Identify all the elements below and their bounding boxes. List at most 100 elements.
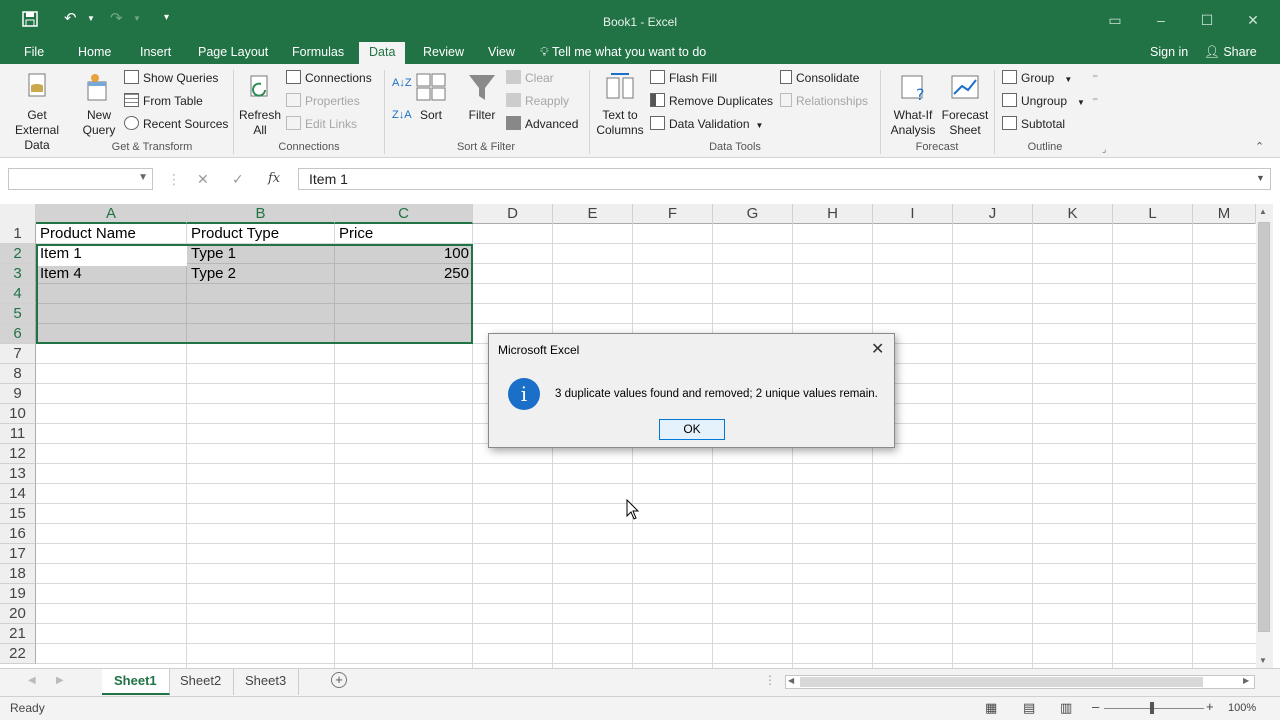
sheet-tab-sheet3[interactable]: Sheet3	[233, 669, 300, 695]
row-header[interactable]: 1	[0, 224, 36, 244]
column-header[interactable]: C	[335, 204, 473, 224]
text-to-columns-button[interactable]: Text to Columns	[594, 72, 646, 138]
column-header[interactable]: M	[1193, 204, 1256, 224]
share-button[interactable]: 👤︎ Share	[1204, 42, 1257, 62]
vertical-scrollbar[interactable]: ▲ ▼	[1256, 204, 1273, 668]
tell-me-box[interactable]: 💡︎ Tell me what you want to do	[540, 42, 706, 64]
show-queries-button[interactable]: Show Queries	[124, 69, 218, 87]
ungroup-button[interactable]: Ungroup ▼	[1002, 92, 1085, 110]
zoom-level[interactable]: 100%	[1228, 702, 1256, 714]
data-validation-button[interactable]: Data Validation ▼	[650, 115, 763, 133]
row-header[interactable]: 8	[0, 364, 36, 384]
formula-input[interactable]: Item 1	[298, 168, 1271, 190]
tab-split-icon[interactable]: ⋮	[764, 673, 776, 687]
subtotal-button[interactable]: Subtotal	[1002, 115, 1065, 133]
page-layout-view-icon[interactable]: ▤	[1023, 700, 1035, 716]
page-break-view-icon[interactable]: ▥	[1060, 700, 1072, 716]
row-header[interactable]: 3	[0, 264, 36, 284]
tab-formulas[interactable]: Formulas	[282, 42, 354, 64]
close-icon[interactable]: ✕	[1238, 8, 1268, 32]
scroll-left-icon[interactable]: ◀	[788, 676, 794, 685]
column-header[interactable]: L	[1113, 204, 1193, 224]
chevron-down-icon[interactable]: ▼	[138, 172, 148, 183]
flash-fill-button[interactable]: Flash Fill	[650, 69, 717, 87]
scroll-right-icon[interactable]: ▶	[1243, 676, 1249, 685]
row-header[interactable]: 19	[0, 584, 36, 604]
vertical-scroll-thumb[interactable]	[1258, 222, 1270, 632]
zoom-in-icon[interactable]: +	[1206, 699, 1214, 714]
row-header[interactable]: 20	[0, 604, 36, 624]
sort-asc-icon[interactable]: A↓Z	[392, 74, 412, 92]
refresh-all-button[interactable]: Refresh All	[238, 72, 282, 138]
column-header[interactable]: K	[1033, 204, 1113, 224]
dialog-close-icon[interactable]: ✕	[871, 339, 884, 359]
sort-button[interactable]: Sort	[414, 72, 448, 123]
sort-desc-icon[interactable]: Z↓A	[392, 106, 412, 124]
sheet-tab-sheet1[interactable]: Sheet1	[102, 669, 170, 695]
row-header[interactable]: 2	[0, 244, 36, 264]
row-header[interactable]: 16	[0, 524, 36, 544]
expand-formula-icon[interactable]: ▼	[1256, 173, 1265, 183]
remove-duplicates-button[interactable]: Remove Duplicates	[650, 92, 773, 110]
column-header[interactable]: D	[473, 204, 553, 224]
row-header[interactable]: 5	[0, 304, 36, 324]
row-header[interactable]: 7	[0, 344, 36, 364]
tab-review[interactable]: Review	[413, 42, 474, 64]
group-button[interactable]: Group ▼	[1002, 69, 1072, 87]
tab-insert[interactable]: Insert	[130, 42, 181, 64]
row-header[interactable]: 9	[0, 384, 36, 404]
cell-B3[interactable]: Type 2	[187, 264, 335, 284]
new-query-button[interactable]: New Query	[74, 72, 124, 138]
insert-function-icon[interactable]: fx	[268, 171, 280, 186]
row-header[interactable]: 22	[0, 644, 36, 664]
scroll-up-icon[interactable]: ▲	[1259, 207, 1267, 216]
cell-A1[interactable]: Product Name	[36, 224, 187, 244]
cell-C1[interactable]: Price	[335, 224, 473, 244]
maximize-icon[interactable]: ☐	[1192, 8, 1222, 32]
tab-page-layout[interactable]: Page Layout	[188, 42, 278, 64]
ribbon-display-icon[interactable]: ▭	[1100, 8, 1130, 32]
cell-A3[interactable]: Item 4	[36, 264, 187, 284]
horizontal-scroll-thumb[interactable]	[800, 677, 1203, 687]
from-table-button[interactable]: From Table	[124, 92, 203, 110]
column-header[interactable]: E	[553, 204, 633, 224]
tab-data[interactable]: Data	[359, 42, 406, 64]
row-header[interactable]: 15	[0, 504, 36, 524]
sheet-tab-sheet2[interactable]: Sheet2	[168, 669, 235, 695]
add-sheet-icon[interactable]: +	[331, 672, 347, 688]
tab-file[interactable]: File	[14, 42, 54, 64]
row-header[interactable]: 12	[0, 444, 36, 464]
get-external-data-button[interactable]: Get External Data	[4, 72, 70, 153]
column-header[interactable]: G	[713, 204, 793, 224]
column-header[interactable]: A	[36, 204, 187, 224]
row-header[interactable]: 6	[0, 324, 36, 344]
sign-in-link[interactable]: Sign in	[1150, 42, 1188, 62]
tab-view[interactable]: View	[478, 42, 525, 64]
connections-button[interactable]: Connections	[286, 69, 372, 87]
horizontal-scrollbar[interactable]: ◀ ▶	[785, 675, 1255, 689]
cell-B1[interactable]: Product Type	[187, 224, 335, 244]
zoom-slider[interactable]	[1104, 708, 1204, 709]
advanced-button[interactable]: Advanced	[506, 115, 578, 133]
zoom-out-icon[interactable]: –	[1092, 699, 1099, 714]
scroll-down-icon[interactable]: ▼	[1259, 656, 1267, 665]
filter-button[interactable]: Filter	[464, 72, 500, 123]
row-header[interactable]: 11	[0, 424, 36, 444]
dialog-launcher-icon[interactable]: ⌟	[1102, 140, 1106, 158]
consolidate-button[interactable]: Consolidate	[780, 69, 859, 87]
column-header[interactable]: H	[793, 204, 873, 224]
minimize-icon[interactable]: –	[1146, 8, 1176, 32]
cell-C2[interactable]: 100	[335, 244, 473, 264]
row-header[interactable]: 21	[0, 624, 36, 644]
row-header[interactable]: 10	[0, 404, 36, 424]
column-header[interactable]: J	[953, 204, 1033, 224]
select-all-corner[interactable]	[0, 204, 36, 224]
ok-button[interactable]: OK	[659, 419, 725, 440]
column-header[interactable]: F	[633, 204, 713, 224]
row-header[interactable]: 13	[0, 464, 36, 484]
name-box[interactable]: ▼	[8, 168, 153, 190]
cell-A2[interactable]: Item 1	[36, 244, 187, 264]
row-header[interactable]: 18	[0, 564, 36, 584]
next-sheet-icon[interactable]: ▶	[56, 675, 64, 686]
collapse-ribbon-icon[interactable]: ⌃	[1255, 138, 1264, 156]
